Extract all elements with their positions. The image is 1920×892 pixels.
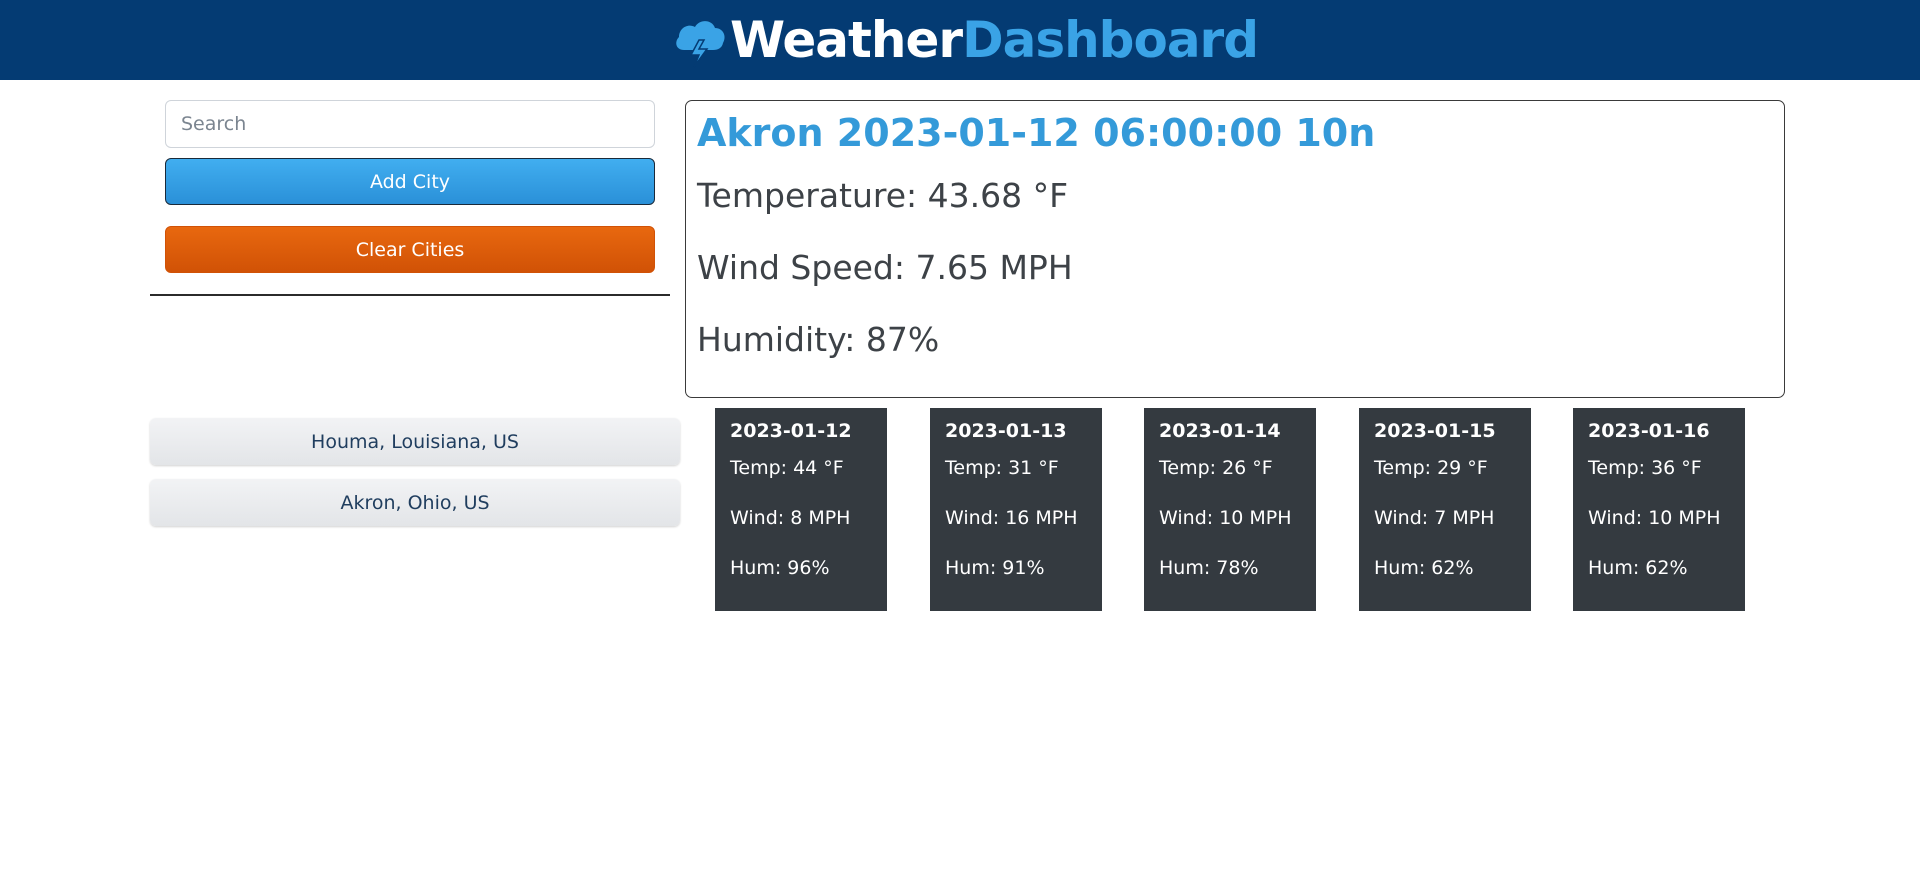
brand-title-weather: Weather [729, 11, 963, 69]
forecast-date: 2023-01-14 [1159, 420, 1281, 442]
forecast-wind: Wind: 8 MPH [730, 507, 851, 529]
forecast-card: 2023-01-13 Temp: 31 °F Wind: 16 MPH Hum:… [930, 408, 1102, 611]
forecast-date: 2023-01-16 [1588, 420, 1710, 442]
forecast-temp: Temp: 29 °F [1374, 457, 1488, 479]
add-city-button[interactable]: Add City [165, 158, 655, 205]
forecast-card: 2023-01-12 Temp: 44 °F Wind: 8 MPH Hum: … [715, 408, 887, 611]
forecast-wind: Wind: 10 MPH [1588, 507, 1721, 529]
current-humidity: Humidity: 87% [697, 320, 940, 359]
sidebar-divider [150, 294, 670, 296]
clear-cities-label: Clear Cities [355, 238, 465, 261]
current-wind-speed: Wind Speed: 7.65 MPH [697, 248, 1073, 287]
brand-logo: Weather Dashboard [672, 11, 1259, 69]
forecast-temp: Temp: 36 °F [1588, 457, 1702, 479]
forecast-humidity: Hum: 62% [1588, 557, 1688, 579]
saved-city-label: Akron, Ohio, US [340, 491, 490, 514]
forecast-temp: Temp: 44 °F [730, 457, 844, 479]
forecast-card: 2023-01-16 Temp: 36 °F Wind: 10 MPH Hum:… [1573, 408, 1745, 611]
forecast-card: 2023-01-15 Temp: 29 °F Wind: 7 MPH Hum: … [1359, 408, 1531, 611]
current-weather-title: Akron 2023-01-12 06:00:00 10n [697, 111, 1376, 155]
forecast-humidity: Hum: 78% [1159, 557, 1259, 579]
forecast-humidity: Hum: 96% [730, 557, 830, 579]
saved-city-label: Houma, Louisiana, US [311, 430, 519, 453]
forecast-wind: Wind: 16 MPH [945, 507, 1078, 529]
forecast-temp: Temp: 26 °F [1159, 457, 1273, 479]
saved-city-button-akron[interactable]: Akron, Ohio, US [150, 479, 680, 526]
forecast-date: 2023-01-15 [1374, 420, 1496, 442]
forecast-humidity: Hum: 62% [1374, 557, 1474, 579]
forecast-date: 2023-01-13 [945, 420, 1067, 442]
city-search-input[interactable] [165, 100, 655, 148]
forecast-wind: Wind: 7 MPH [1374, 507, 1495, 529]
brand-title-dashboard: Dashboard [962, 11, 1259, 69]
current-weather-card: Akron 2023-01-12 06:00:00 10n Temperatur… [685, 100, 1785, 398]
clear-cities-button[interactable]: Clear Cities [165, 226, 655, 273]
app-header: Weather Dashboard [0, 0, 1920, 80]
forecast-temp: Temp: 31 °F [945, 457, 1059, 479]
current-temperature: Temperature: 43.68 °F [697, 176, 1069, 215]
saved-city-button-houma[interactable]: Houma, Louisiana, US [150, 418, 680, 465]
forecast-humidity: Hum: 91% [945, 557, 1045, 579]
forecast-card: 2023-01-14 Temp: 26 °F Wind: 10 MPH Hum:… [1144, 408, 1316, 611]
forecast-wind: Wind: 10 MPH [1159, 507, 1292, 529]
add-city-label: Add City [369, 170, 451, 193]
cloud-lightning-icon [676, 21, 725, 68]
forecast-date: 2023-01-12 [730, 420, 852, 442]
